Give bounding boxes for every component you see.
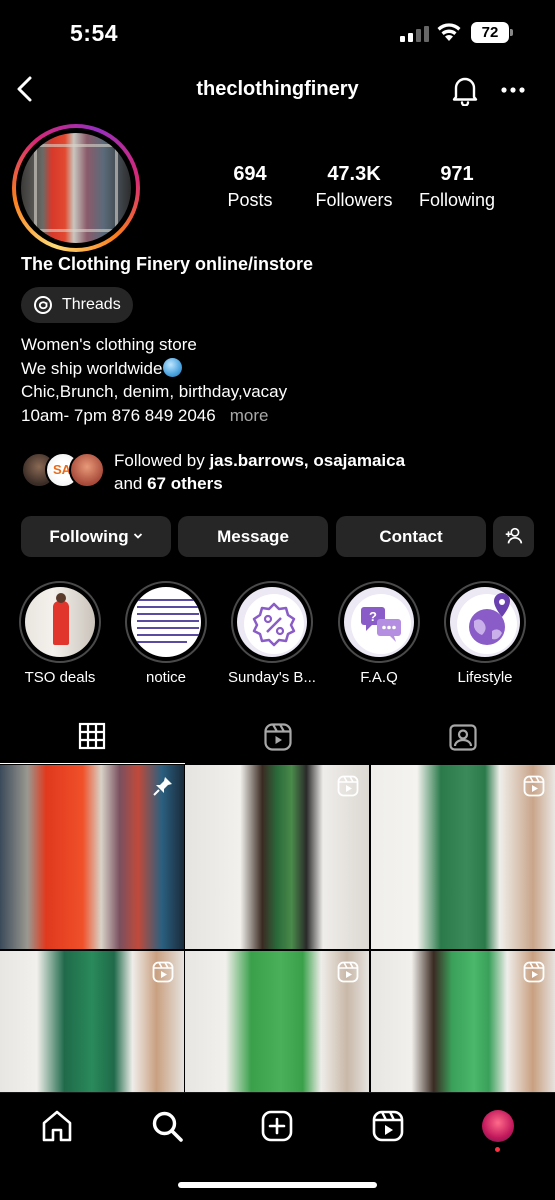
bio-line-hours: 10am- 7pm 876 849 2046 more <box>21 404 287 428</box>
battery-level: 72 <box>471 22 509 43</box>
svg-text:?: ? <box>369 609 377 624</box>
highlight-label: Sunday's B... <box>228 669 316 686</box>
followers-label: Followers <box>315 190 393 210</box>
following-button-label: Following <box>49 527 129 546</box>
bio-more-link[interactable]: more <box>230 406 269 425</box>
pinned-icon <box>153 777 172 796</box>
highlight-label: notice <box>145 669 187 686</box>
bio-line: 10am- 7pm 876 849 2046 <box>21 405 216 425</box>
add-person-icon <box>505 527 522 544</box>
globe-emoji-icon <box>163 357 183 377</box>
threads-icon <box>34 296 52 314</box>
bio-line: Chic,Brunch, denim, birthday,vacay <box>21 382 288 401</box>
followed-by-prefix: Followed by <box>114 451 210 470</box>
highlight-tso-deals[interactable]: TSO deals <box>19 581 101 686</box>
status-bar: 5:54 72 <box>0 0 555 66</box>
threads-link-button[interactable]: Threads <box>21 287 133 323</box>
bio-line: We ship worldwide <box>21 358 163 378</box>
avatar <box>69 452 105 488</box>
highlight-sundays[interactable]: Sunday's B... <box>228 581 316 686</box>
battery-icon: 72 <box>471 22 513 43</box>
reels-icon[interactable] <box>371 1109 405 1143</box>
highlight-label: TSO deals <box>24 669 96 686</box>
posts-label: Posts <box>227 190 273 210</box>
chevron-down-icon <box>133 533 142 539</box>
post-thumbnail[interactable] <box>371 765 555 949</box>
mutual-followers-avatars[interactable]: SA <box>21 452 105 490</box>
cellular-signal-icon <box>400 26 430 42</box>
contact-button[interactable]: Contact <box>336 516 486 557</box>
wifi-icon <box>437 23 461 41</box>
more-options-icon[interactable] <box>499 78 527 102</box>
status-time: 5:54 <box>70 20 119 46</box>
search-icon[interactable] <box>150 1109 184 1143</box>
notification-dot <box>495 1147 500 1152</box>
reels-icon <box>264 723 292 751</box>
profile-bio: Women's clothing store We ship worldwide… <box>21 333 287 427</box>
following-value: 971 <box>440 163 474 185</box>
following-button[interactable]: Following <box>21 516 171 557</box>
create-post-icon[interactable] <box>260 1109 294 1143</box>
home-icon[interactable] <box>40 1109 74 1143</box>
following-count[interactable]: 971 Following <box>402 163 512 211</box>
followed-by-text[interactable]: Followed by jas.barrows, osajamaica and … <box>114 449 405 495</box>
grid-icon <box>78 722 106 750</box>
profile-header: theclothingfinery <box>0 66 555 116</box>
reels-icon <box>337 775 359 797</box>
bio-line-ship: We ship worldwide <box>21 357 287 381</box>
following-label: Following <box>418 190 496 210</box>
highlight-label: Lifestyle <box>457 669 513 686</box>
reels-icon <box>152 961 174 983</box>
notification-bell-icon[interactable] <box>449 74 481 106</box>
post-thumbnail[interactable] <box>185 765 369 949</box>
tab-reels[interactable] <box>185 714 370 764</box>
posts-count[interactable]: 694 Posts <box>195 163 305 211</box>
highlight-notice[interactable]: notice <box>125 581 207 686</box>
message-button[interactable]: Message <box>178 516 328 557</box>
suggested-users-button[interactable] <box>493 516 534 557</box>
highlight-label: F.A.Q <box>360 669 398 686</box>
reels-icon <box>337 961 359 983</box>
message-button-label: Message <box>217 527 289 546</box>
posts-value: 694 <box>233 163 267 185</box>
profile-avatar-tab[interactable] <box>482 1110 514 1142</box>
highlight-lifestyle[interactable]: Lifestyle <box>444 581 526 686</box>
globe-pin-icon <box>457 593 517 654</box>
tab-tagged[interactable] <box>370 714 555 764</box>
bio-line: Women's clothing store <box>21 335 197 354</box>
contact-button-label: Contact <box>379 527 443 546</box>
reels-icon <box>523 775 545 797</box>
posts-grid <box>0 765 555 1135</box>
followers-value: 47.3K <box>327 163 381 185</box>
faq-chat-icon: ? <box>351 594 411 654</box>
profile-avatar[interactable] <box>12 124 140 252</box>
highlight-faq[interactable]: ? F.A.Q <box>338 581 420 686</box>
discount-badge-icon <box>244 594 304 654</box>
display-name: The Clothing Finery online/instore <box>21 254 314 274</box>
home-indicator <box>178 1182 377 1188</box>
tagged-icon <box>449 724 477 751</box>
followed-by-users: jas.barrows, osajamaica <box>209 451 406 470</box>
threads-label: Threads <box>62 296 121 313</box>
followed-by-and: and <box>114 474 148 493</box>
followers-count[interactable]: 47.3K Followers <box>299 163 409 211</box>
reels-icon <box>523 961 545 983</box>
followed-by-others: 67 others <box>147 474 223 493</box>
post-thumbnail[interactable] <box>0 765 184 949</box>
tab-posts-grid[interactable] <box>0 714 185 764</box>
profile-tabs <box>0 714 555 764</box>
